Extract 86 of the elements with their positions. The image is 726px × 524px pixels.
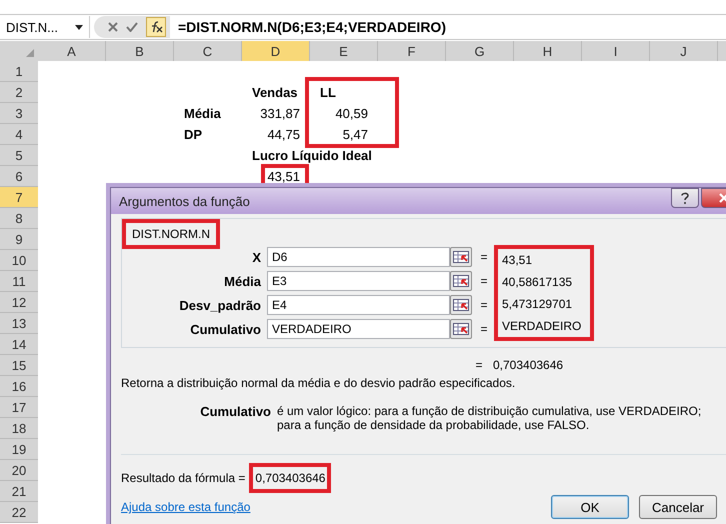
name-box[interactable]: DIST.N... bbox=[0, 16, 90, 38]
cell-text: 43,51 bbox=[267, 169, 300, 184]
argument-field[interactable]: E4 bbox=[267, 295, 450, 315]
range-select-button[interactable] bbox=[450, 319, 472, 339]
close-icon bbox=[719, 193, 726, 203]
range-select-icon bbox=[453, 323, 469, 335]
dialog-title: Argumentos da função bbox=[119, 194, 250, 208]
cell-text: 331,87 bbox=[260, 106, 300, 121]
function-name: DIST.NORM.N bbox=[132, 227, 210, 241]
row-header[interactable]: 18 bbox=[0, 418, 38, 439]
argument-value: 5,473129701 bbox=[502, 296, 574, 313]
range-select-icon bbox=[453, 275, 469, 287]
equals-sign: = bbox=[479, 322, 488, 336]
function-icon[interactable] bbox=[146, 17, 166, 37]
row-header[interactable]: 12 bbox=[0, 292, 38, 313]
row-header[interactable]: 21 bbox=[0, 481, 38, 502]
argument-value: 43,51 bbox=[502, 252, 534, 269]
function-description: Retorna a distribuição normal da média e do desvio padrão especificados. bbox=[121, 376, 516, 390]
argument-value: 40,58617135 bbox=[502, 274, 574, 291]
row-header[interactable]: 2 bbox=[0, 82, 38, 103]
equals-sign: = bbox=[479, 298, 488, 312]
argument-value: VERDADEIRO bbox=[502, 318, 582, 335]
argument-field[interactable]: VERDADEIRO bbox=[267, 319, 450, 339]
column-header[interactable]: H bbox=[514, 41, 582, 61]
row-header[interactable]: 14 bbox=[0, 334, 38, 355]
argument-label: Desv_padrão bbox=[178, 298, 262, 312]
row-header[interactable]: 3 bbox=[0, 103, 38, 124]
cell-text: Média bbox=[184, 106, 221, 121]
help-button[interactable] bbox=[671, 188, 699, 208]
row-header[interactable]: 17 bbox=[0, 397, 38, 418]
row-header[interactable]: 16 bbox=[0, 376, 38, 397]
formula-value: 0,703403646 bbox=[492, 358, 564, 372]
column-header[interactable]: I bbox=[582, 41, 650, 61]
result-label: Resultado da fórmula = bbox=[121, 471, 246, 485]
cell-text: 5,47 bbox=[342, 127, 368, 142]
row-header[interactable]: 13 bbox=[0, 313, 38, 334]
row-header[interactable]: 19 bbox=[0, 439, 38, 460]
column-header[interactable]: B bbox=[106, 41, 174, 61]
row-header[interactable]: 4 bbox=[0, 124, 38, 145]
cell-text: LL bbox=[320, 85, 336, 100]
column-header[interactable]: D bbox=[242, 41, 310, 61]
result-value: 0,703403646 bbox=[255, 471, 326, 485]
column-header[interactable]: G bbox=[446, 41, 514, 61]
range-select-button[interactable] bbox=[450, 271, 472, 291]
column-header[interactable]: A bbox=[38, 41, 106, 61]
range-select-icon bbox=[453, 299, 469, 311]
cancel-icon[interactable] bbox=[108, 22, 118, 32]
argument-label: Cumulativo bbox=[189, 322, 262, 336]
cell-text: Vendas bbox=[252, 85, 298, 100]
row-header[interactable]: 8 bbox=[0, 208, 38, 229]
range-select-icon bbox=[453, 251, 469, 263]
help-link[interactable]: Ajuda sobre esta função bbox=[121, 500, 250, 514]
argument-label: X bbox=[251, 250, 262, 264]
cell-text: DP bbox=[184, 127, 202, 142]
row-header[interactable]: 9 bbox=[0, 229, 38, 250]
equals-sign: = bbox=[474, 358, 484, 372]
argument-name: Cumulativo bbox=[199, 404, 271, 421]
column-header[interactable]: E bbox=[310, 41, 378, 61]
row-header[interactable]: 20 bbox=[0, 460, 38, 481]
row-header[interactable]: 22 bbox=[0, 502, 38, 523]
equals-sign: = bbox=[479, 250, 488, 264]
row-header[interactable]: 6 bbox=[0, 166, 38, 187]
range-select-button[interactable] bbox=[450, 247, 472, 267]
cell-text: 44,75 bbox=[267, 127, 300, 142]
row-header[interactable]: 11 bbox=[0, 271, 38, 292]
argument-field[interactable]: E3 bbox=[267, 271, 450, 291]
row-header[interactable]: 5 bbox=[0, 145, 38, 166]
checkmark-icon[interactable] bbox=[126, 22, 138, 32]
dropdown-icon bbox=[75, 24, 83, 30]
dialog-button[interactable]: OK bbox=[551, 495, 629, 519]
help-icon bbox=[681, 192, 689, 204]
equals-sign: = bbox=[479, 274, 488, 288]
column-header[interactable]: J bbox=[650, 41, 718, 61]
cell-text: 40,59 bbox=[335, 106, 368, 121]
dialog-button[interactable]: Cancelar bbox=[639, 495, 717, 519]
argument-field[interactable]: D6 bbox=[267, 247, 450, 267]
argument-label: Média bbox=[223, 274, 262, 288]
row-header[interactable]: 10 bbox=[0, 250, 38, 271]
row-header[interactable]: 15 bbox=[0, 355, 38, 376]
row-header[interactable]: 7 bbox=[0, 187, 38, 208]
argument-description: é um valor lógico: para a função de distribuição cumulativa, use VERDADEIRO; para a função de densidade da probabilidade, use FALSO. bbox=[277, 404, 702, 432]
range-select-button[interactable] bbox=[450, 295, 472, 315]
column-header[interactable]: F bbox=[378, 41, 446, 61]
cell-text: Lucro Líquido Ideal bbox=[252, 148, 372, 163]
formula-text[interactable]: =DIST.NORM.N(D6;E3;E4;VERDADEIRO) bbox=[170, 19, 446, 35]
row-header[interactable]: 1 bbox=[0, 61, 38, 82]
